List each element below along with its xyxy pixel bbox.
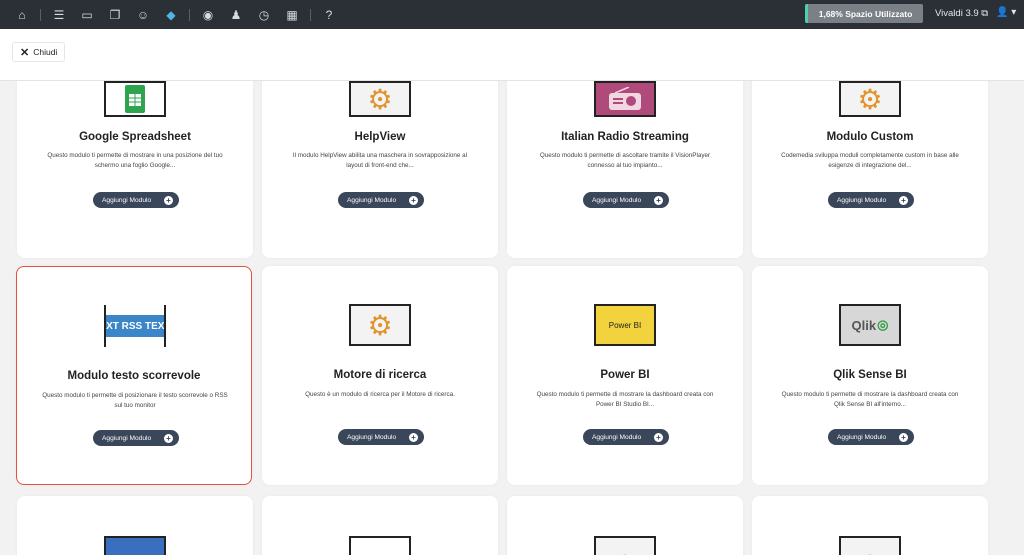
module-description: Questo modulo ti permette di mostrare la… [536, 391, 714, 408]
gear-icon: ⚙ [857, 549, 882, 555]
qlik-logo: Qlik [851, 317, 877, 333]
module-card-custom: ⚙ Modulo Custom Codemedia sviluppa modul… [752, 81, 988, 258]
plus-icon: + [899, 195, 908, 205]
add-module-button[interactable]: Aggiungi Modulo + [338, 429, 424, 445]
gear-icon: ⚙ [367, 83, 393, 115]
module-card-power-bi: Power BI Power BI Questo modulo ti perme… [507, 266, 743, 485]
cube-icon[interactable]: ◆ [164, 8, 178, 22]
module-title: Italian Radio Streaming [561, 131, 689, 143]
module-thumbnail: Qlik ◎ [839, 304, 901, 346]
module-card-partial: ⚙ [507, 496, 743, 555]
eye-icon[interactable]: ◉ [201, 8, 215, 22]
close-icon: ✕ [20, 46, 30, 59]
module-description: Questo è un modulo di ricerca per il Mot… [305, 391, 455, 398]
spreadsheet-icon [125, 85, 145, 113]
list-icon[interactable]: ☰ [52, 8, 66, 22]
module-card-search-engine: ⚙ Motore di ricerca Questo è un modulo d… [262, 266, 498, 485]
smiley-icon[interactable]: ☺ [136, 8, 150, 22]
module-thumbnail [594, 81, 656, 117]
add-module-button[interactable]: Aggiungi Modulo + [338, 192, 424, 208]
image-icon[interactable]: ▭ [80, 8, 94, 22]
toolbar-divider [40, 8, 41, 21]
module-description: Questo modulo ti permette di posizionare… [42, 392, 228, 409]
add-module-button[interactable]: Aggiungi Modulo + [93, 430, 179, 446]
add-module-button[interactable]: Aggiungi Modulo + [93, 192, 179, 208]
gear-icon: ⚙ [857, 83, 883, 115]
add-module-button[interactable]: Aggiungi Modulo + [583, 429, 669, 445]
module-card-partial [17, 496, 253, 555]
power-bi-logo: Power BI [608, 320, 642, 330]
module-thumbnail: ⚙ [594, 536, 656, 555]
plus-icon: + [164, 195, 173, 205]
storage-usage-badge: 1,68% Spazio Utilizzato [805, 4, 923, 23]
layers-icon[interactable]: ❐ [108, 8, 122, 22]
module-title: HelpView [354, 131, 406, 143]
module-grid: Google Spreadsheet Questo modulo ti perm… [0, 81, 1024, 555]
plus-icon: + [654, 432, 663, 442]
module-thumbnail: EXT RSS TEXT [104, 305, 166, 347]
plus-icon: + [409, 432, 418, 442]
module-card-google-spreadsheet: Google Spreadsheet Questo modulo ti perm… [17, 81, 253, 258]
module-title: Modulo testo scorrevole [67, 370, 201, 382]
toolbar-divider [189, 8, 190, 21]
toolbar-divider [310, 8, 311, 21]
close-button[interactable]: ✕ Chiudi [12, 42, 66, 62]
grid-icon[interactable]: ▦ [285, 8, 299, 22]
module-thumbnail [349, 536, 411, 555]
module-description: Codemedia sviluppa moduli completamente … [781, 152, 959, 169]
module-title: Power BI [600, 369, 650, 381]
user-menu[interactable]: 👤 ▾ [996, 7, 1016, 18]
module-card-italian-radio: Italian Radio Streaming Questo modulo ti… [507, 81, 743, 258]
module-card-qlik-sense: Qlik ◎ Qlik Sense BI Questo modulo ti pe… [752, 266, 988, 485]
module-thumbnail: ⚙ [839, 536, 901, 555]
gear-icon: ⚙ [367, 309, 393, 341]
module-title: Google Spreadsheet [79, 131, 191, 143]
clock-icon[interactable]: ◷ [257, 8, 271, 22]
version-link[interactable]: Vivaldi 3.9 ⧉ [935, 8, 988, 19]
help-icon[interactable]: ? [322, 8, 336, 22]
module-card-scrolling-text[interactable]: EXT RSS TEXT Modulo testo scorrevole Que… [16, 266, 252, 485]
add-module-button[interactable]: Aggiungi Modulo + [828, 192, 914, 208]
module-title: Modulo Custom [826, 131, 914, 143]
add-module-button[interactable]: Aggiungi Modulo + [583, 192, 669, 208]
module-thumbnail: Power BI [594, 304, 656, 346]
module-thumbnail: ⚙ [349, 81, 411, 117]
plus-icon: + [654, 195, 663, 205]
module-thumbnail: ⚙ [839, 81, 901, 117]
gear-icon: ⚙ [612, 549, 637, 555]
qlik-q-icon: ◎ [877, 317, 889, 332]
module-card-partial [262, 496, 498, 555]
module-thumbnail [104, 81, 166, 117]
close-label: Chiudi [33, 47, 58, 57]
users-icon[interactable]: ♟ [229, 8, 243, 22]
module-thumbnail [104, 536, 166, 555]
add-module-button[interactable]: Aggiungi Modulo + [828, 429, 914, 445]
plus-icon: + [409, 195, 418, 205]
module-description: Questo modulo ti permette di mostrare in… [47, 152, 223, 169]
module-description: Il modulo HelpView abilita una maschera … [292, 152, 468, 169]
module-card-partial: ⚙ [752, 496, 988, 555]
module-thumbnail: ⚙ [349, 304, 411, 346]
plus-icon: + [899, 432, 908, 442]
home-icon[interactable]: ⌂ [15, 8, 29, 22]
module-title: Qlik Sense BI [833, 369, 907, 381]
rss-banner: EXT RSS TEXT [106, 315, 164, 337]
module-card-helpview: ⚙ HelpView Il modulo HelpView abilita un… [262, 81, 498, 258]
module-title: Motore di ricerca [333, 369, 427, 381]
radio-icon [609, 87, 641, 110]
plus-icon: + [164, 433, 173, 443]
module-description: Questo modulo ti permette di ascoltare t… [539, 152, 711, 169]
action-bar: ✕ Chiudi [0, 29, 1024, 81]
module-description: Questo modulo ti permette di mostrare la… [781, 391, 959, 408]
